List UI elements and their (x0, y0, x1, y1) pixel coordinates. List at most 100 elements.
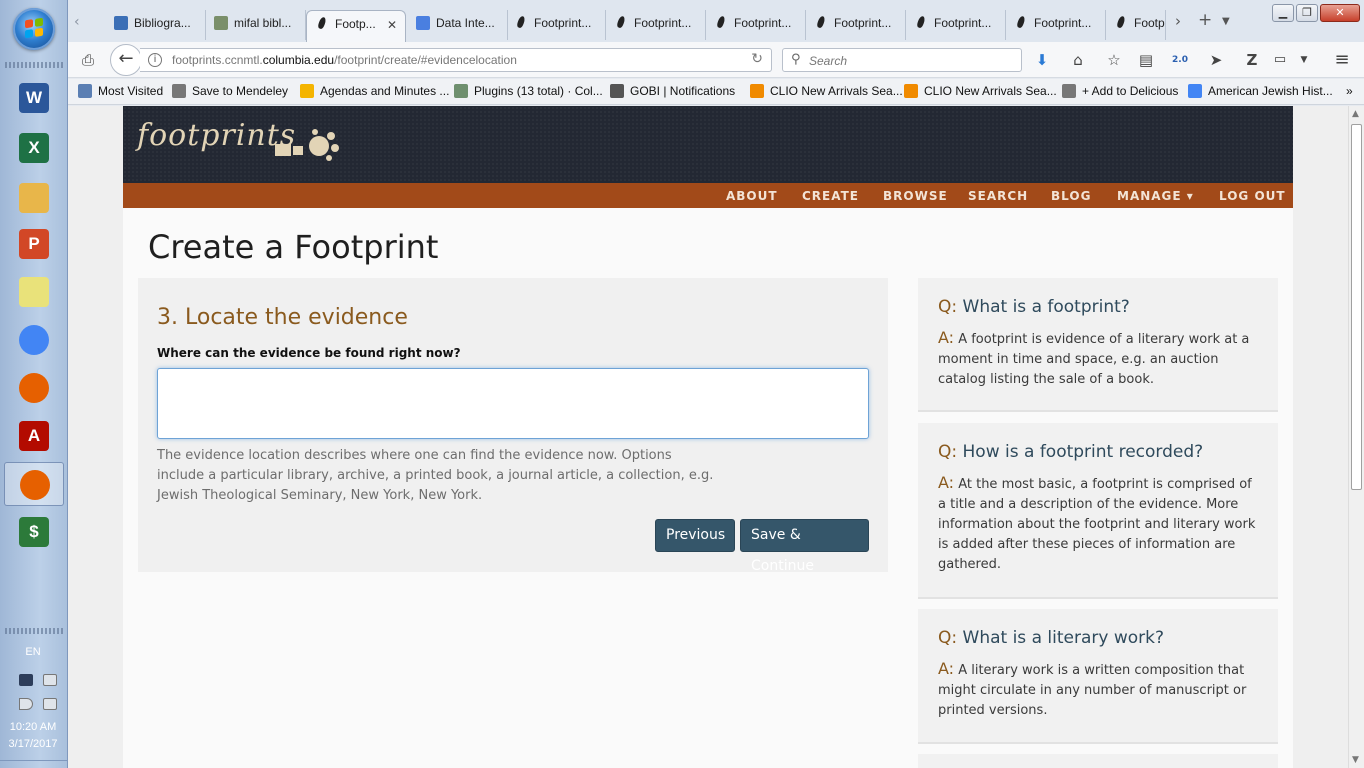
evidence-location-input[interactable] (157, 368, 869, 439)
bookmark-favicon-icon (1062, 84, 1076, 98)
acrobat-taskbar-icon[interactable]: A (4, 414, 64, 458)
previous-button[interactable]: Previous (655, 519, 735, 552)
address-bar[interactable]: i footprints.ccnmtl.columbia.edu/footpri… (140, 48, 772, 72)
bookmark-favicon-icon (1188, 84, 1202, 98)
bookmark-favicon-icon (904, 84, 918, 98)
scrollbar-thumb[interactable] (1351, 124, 1362, 490)
bookmark-item[interactable]: Save to Mendeley (172, 84, 288, 98)
site-nav-search[interactable]: SEARCH (968, 189, 1028, 203)
home-icon[interactable]: ⌂ (1066, 48, 1090, 72)
browser-tab[interactable]: Footprint... (1006, 10, 1106, 40)
action-center-icon[interactable] (19, 674, 33, 686)
bookmark-favicon-icon (78, 84, 92, 98)
bookmark-item[interactable]: American Jewish Hist... (1188, 84, 1333, 98)
tab-scroll-right-icon[interactable]: › (1175, 12, 1181, 30)
system-clock[interactable]: 10:20 AM 3/17/2017 (0, 719, 66, 753)
browser-tab[interactable]: Footpr (1106, 10, 1166, 40)
bookmark-item[interactable]: Most Visited (78, 84, 163, 98)
sticky-notes-taskbar-icon[interactable] (4, 270, 64, 314)
bookmark-label: GOBI | Notifications (630, 84, 736, 98)
faq-card: Q: What is a literary work? A: A literar… (918, 609, 1278, 744)
network-icon[interactable] (43, 698, 57, 710)
site-nav-manage[interactable]: MANAGE ▾ (1117, 189, 1194, 203)
scroll-down-icon[interactable]: ▼ (1352, 755, 1359, 765)
money-app-glyph: $ (19, 517, 49, 547)
volume-icon[interactable] (19, 698, 33, 710)
site-nav-browse[interactable]: BROWSE (883, 189, 948, 203)
bookmark-item[interactable]: CLIO New Arrivals Sea... (904, 84, 1057, 98)
faq-question: Q: What is a literary work? (938, 628, 1164, 648)
browser-tab[interactable]: Footp... ✕ (306, 10, 406, 42)
browser-tab[interactable]: Footprint... (606, 10, 706, 40)
bookmark-item[interactable]: + Add to Delicious (1062, 84, 1178, 98)
faq-card: Q: How is a footprint recorded? A: At th… (918, 423, 1278, 599)
chrome-taskbar-icon[interactable] (4, 318, 64, 362)
footprint-favicon-icon (814, 16, 828, 30)
start-button[interactable] (13, 8, 55, 50)
taskbar-grip[interactable] (5, 62, 63, 68)
bookmark-item[interactable]: Plugins (13 total) · Col... (454, 84, 603, 98)
downloads-icon[interactable]: ⬇ (1030, 48, 1054, 72)
firefox-active-taskbar-icon[interactable] (4, 462, 64, 506)
printer-icon[interactable] (43, 674, 57, 686)
faq-question: Q: What is a footprint? (938, 297, 1130, 317)
tab-scroll-left-icon[interactable]: ‹ (74, 14, 80, 30)
bookmarks-library-icon[interactable]: ▤ (1134, 48, 1158, 72)
help-line: include a particular library, archive, a… (157, 468, 714, 483)
browser-tab[interactable]: mifal bibl... (206, 10, 306, 40)
word-taskbar-icon[interactable]: W (4, 76, 64, 120)
bookmark-label: CLIO New Arrivals Sea... (924, 84, 1057, 98)
faq-card: Q: What is a footprint? A: A footprint i… (918, 278, 1278, 412)
site-info-icon[interactable]: i (148, 53, 162, 67)
browser-tab[interactable]: Data Inte... (408, 10, 508, 40)
firefox-glyph (19, 373, 49, 403)
search-input[interactable]: ⚲ Search (782, 48, 1022, 72)
bookmark-item[interactable]: CLIO New Arrivals Sea... (750, 84, 903, 98)
hamburger-menu-icon[interactable]: ≡ (1330, 48, 1354, 72)
scroll-up-icon[interactable]: ▲ (1352, 109, 1359, 119)
print-icon[interactable]: ⎙ (76, 48, 100, 72)
save-continue-button[interactable]: Save & Continue (740, 519, 869, 574)
minimize-icon[interactable]: ▁ (1272, 4, 1294, 22)
close-tab-icon[interactable]: ✕ (387, 18, 397, 32)
show-desktop-button[interactable] (0, 760, 68, 768)
page-scrollbar[interactable]: ▲ ▼ (1348, 106, 1364, 768)
browser-tab[interactable]: Footprint... (506, 10, 606, 40)
reload-icon[interactable]: ↻ (751, 51, 763, 67)
zotero-2-icon[interactable]: 2.0 (1168, 48, 1192, 72)
footprint-favicon-icon (1014, 16, 1028, 30)
file-explorer-taskbar-icon[interactable] (4, 176, 64, 220)
new-tab-icon[interactable]: + (1198, 10, 1212, 30)
bookmark-star-icon[interactable]: ☆ (1102, 48, 1126, 72)
site-navigation: ABOUT CREATE BROWSE SEARCH BLOG MANAGE ▾ LOG O… (123, 183, 1293, 208)
tab-label: mifal bibl... (234, 16, 292, 30)
page-save-icon[interactable]: ▭ (1268, 48, 1292, 72)
windows-taskbar: W X P A $ EN 10:20 AM 3/17/2017 (0, 0, 68, 768)
excel-taskbar-icon[interactable]: X (4, 126, 64, 170)
language-indicator[interactable]: EN (0, 646, 66, 658)
browser-tab[interactable]: Footprint... (906, 10, 1006, 40)
bookmarks-overflow-icon[interactable]: » (1346, 84, 1353, 98)
browser-tab[interactable]: Footprint... (806, 10, 906, 40)
site-nav-create[interactable]: CREATE (802, 189, 859, 203)
browser-tab[interactable]: Footprint... (706, 10, 806, 40)
site-nav-blog[interactable]: BLOG (1051, 189, 1091, 203)
zotero-icon[interactable]: Z (1240, 48, 1264, 72)
list-all-tabs-icon[interactable]: ▼ (1222, 16, 1230, 27)
site-nav-log-out[interactable]: LOG OUT (1219, 189, 1286, 203)
site-nav-about[interactable]: ABOUT (726, 189, 778, 203)
firefox-taskbar-icon[interactable] (4, 366, 64, 410)
taskbar-grip[interactable] (5, 628, 63, 634)
restore-icon[interactable]: ❐ (1296, 4, 1318, 22)
clock-time: 10:20 AM (9, 721, 57, 733)
bookmark-item[interactable]: GOBI | Notifications (610, 84, 735, 98)
close-window-icon[interactable]: ✕ (1320, 4, 1360, 22)
browser-tab[interactable]: Bibliogra... (106, 10, 206, 40)
bookmark-label: + Add to Delicious (1082, 84, 1179, 98)
page-save-dropdown-icon[interactable]: ▼ (1292, 48, 1316, 72)
back-button[interactable]: ← (110, 44, 142, 76)
powerpoint-taskbar-icon[interactable]: P (4, 222, 64, 266)
money-app-taskbar-icon[interactable]: $ (4, 510, 64, 554)
bookmark-item[interactable]: Agendas and Minutes ... (300, 84, 449, 98)
send-icon[interactable]: ➤ (1204, 48, 1228, 72)
